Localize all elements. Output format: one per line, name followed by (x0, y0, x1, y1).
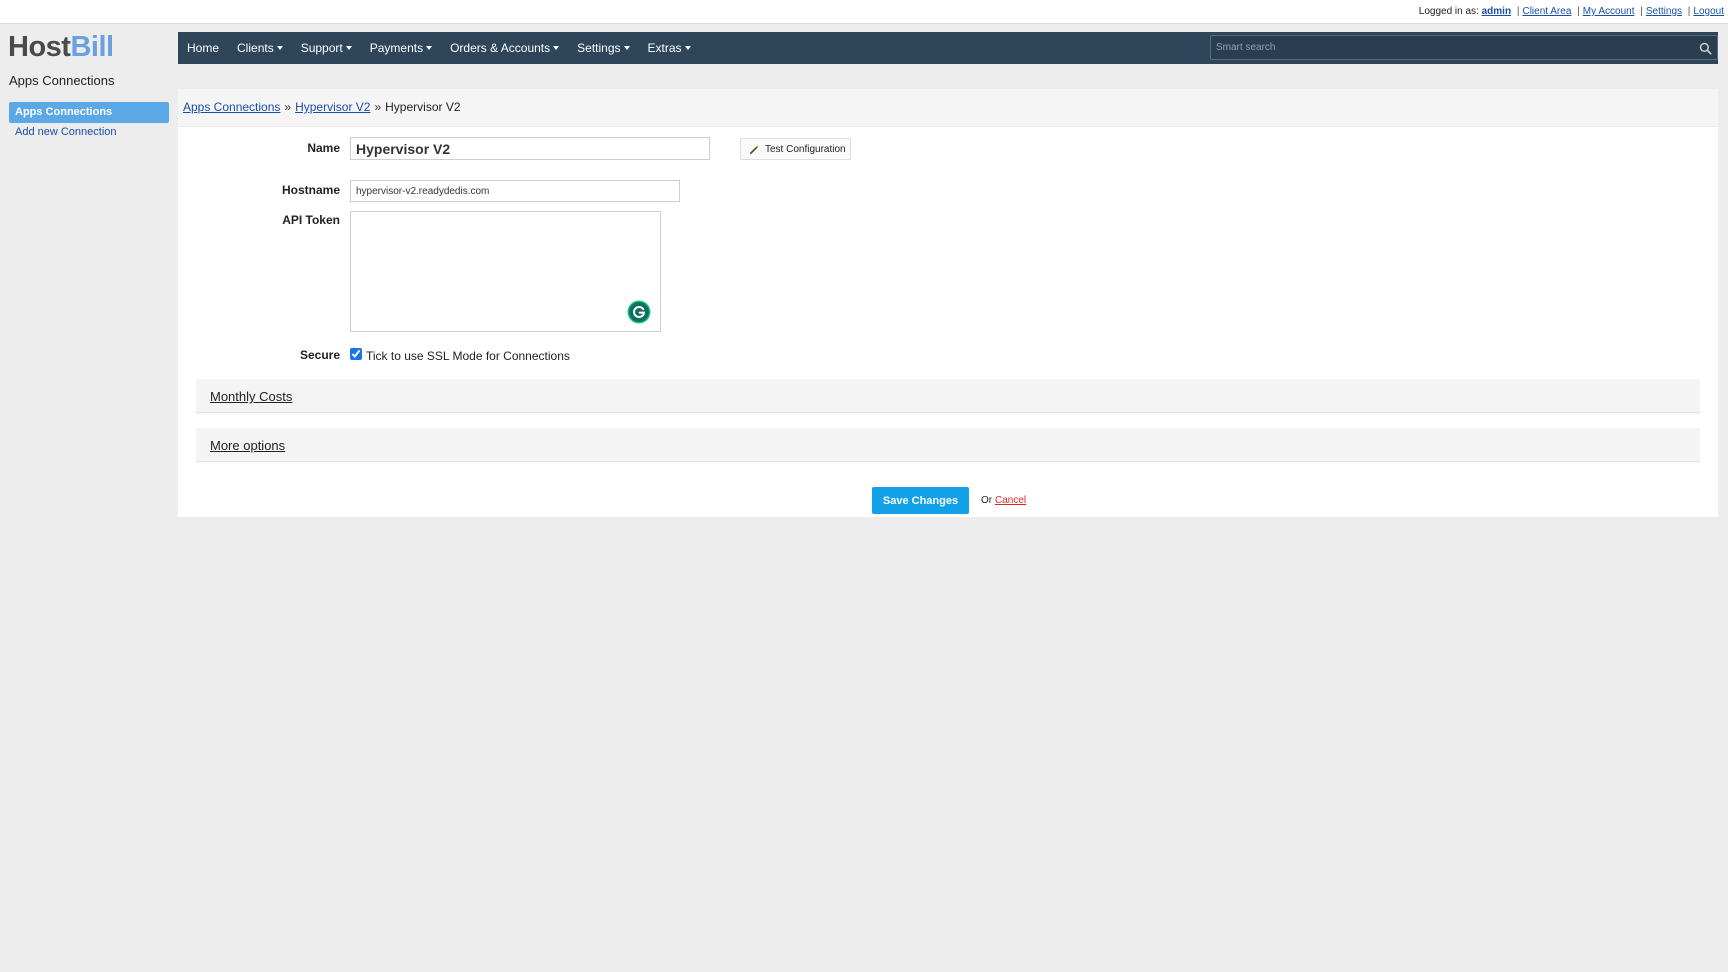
nav-extras-label: Extras (647, 41, 682, 55)
api-token-label: API Token (282, 213, 340, 227)
nav-support[interactable]: Support (292, 32, 361, 64)
separator: | (1577, 6, 1580, 17)
my-account-link[interactable]: My Account (1583, 6, 1635, 17)
nav-settings[interactable]: Settings (568, 32, 638, 64)
breadcrumb-separator: » (374, 100, 382, 114)
breadcrumb-current: Hypervisor V2 (385, 100, 461, 114)
settings-link[interactable]: Settings (1646, 6, 1682, 17)
sidebar-item-apps-connections[interactable]: Apps Connections (9, 102, 169, 123)
save-changes-button[interactable]: Save Changes (872, 487, 969, 514)
nav-clients[interactable]: Clients (228, 32, 292, 64)
secure-description: Tick to use SSL Mode for Connections (366, 349, 570, 363)
sidebar-item-add-new-connection[interactable]: Add new Connection (15, 126, 117, 138)
hostname-input[interactable] (350, 180, 680, 202)
secure-checkbox[interactable] (350, 348, 362, 360)
breadcrumb: Apps Connections» Hypervisor V2» Hyperviso… (183, 100, 461, 114)
caret-down-icon (553, 46, 560, 50)
content-panel: Apps Connections» Hypervisor V2» Hyperviso… (178, 89, 1718, 517)
nav-support-label: Support (300, 41, 343, 55)
nav-clients-label: Clients (237, 41, 274, 55)
nav-settings-label: Settings (577, 41, 621, 55)
username-link[interactable]: admin (1482, 6, 1511, 17)
test-configuration-label: Test Configuration (765, 144, 846, 155)
caret-down-icon (276, 46, 283, 50)
hostbill-logo[interactable]: HostBill (8, 31, 114, 64)
logout-link[interactable]: Logout (1693, 6, 1724, 17)
main-navigation: Home Clients Support Payments Orders & A… (178, 32, 1718, 64)
test-configuration-button[interactable]: Test Configuration (740, 138, 851, 160)
separator: | (1640, 6, 1643, 17)
nav-orders-accounts[interactable]: Orders & Accounts (441, 32, 568, 64)
secure-label: Secure (299, 348, 340, 362)
top-bar: Logged in as: admin | Client Area | My Acc… (0, 0, 1728, 24)
or-text: Or (981, 495, 993, 506)
nav-home-label: Home (187, 41, 220, 55)
separator: | (1516, 6, 1520, 17)
smart-search-input[interactable] (1211, 36, 1717, 59)
breadcrumb-hypervisor-v2[interactable]: Hypervisor V2 (295, 100, 370, 114)
wand-icon (750, 144, 760, 154)
user-links: Logged in as: admin | Client Area | My Acc… (1419, 6, 1724, 17)
smart-search (1210, 35, 1718, 60)
breadcrumb-apps-connections[interactable]: Apps Connections (183, 100, 280, 114)
name-label: Name (307, 141, 340, 155)
logo-text-host: Host (8, 31, 71, 63)
breadcrumb-bar: Apps Connections» Hypervisor V2» Hyperviso… (178, 89, 1718, 127)
client-area-link[interactable]: Client Area (1522, 6, 1571, 17)
caret-down-icon (684, 46, 691, 50)
nav-home[interactable]: Home (178, 32, 228, 64)
more-options-toggle[interactable]: More options (210, 438, 285, 453)
magnifier-icon[interactable] (1699, 42, 1712, 55)
caret-down-icon (345, 46, 352, 50)
grammarly-icon[interactable] (627, 300, 651, 324)
nav-orders-accounts-label: Orders & Accounts (450, 41, 551, 55)
monthly-costs-section: Monthly Costs (196, 379, 1700, 413)
caret-down-icon (623, 46, 630, 50)
more-options-section: More options (196, 428, 1700, 462)
caret-down-icon (426, 46, 433, 50)
nav-payments-label: Payments (369, 41, 424, 55)
api-token-textarea[interactable] (350, 211, 661, 332)
name-input[interactable] (350, 137, 710, 160)
separator: | (1687, 6, 1691, 17)
hostname-label: Hostname (281, 183, 340, 197)
section-title: Apps Connections (9, 73, 115, 88)
logo-text-bill: Bill (70, 31, 114, 63)
nav-extras[interactable]: Extras (639, 32, 700, 64)
monthly-costs-toggle[interactable]: Monthly Costs (210, 389, 292, 404)
cancel-link[interactable]: Cancel (995, 495, 1026, 506)
logged-in-label: Logged in as: (1418, 6, 1479, 17)
nav-payments[interactable]: Payments (361, 32, 441, 64)
breadcrumb-separator: » (284, 100, 292, 114)
